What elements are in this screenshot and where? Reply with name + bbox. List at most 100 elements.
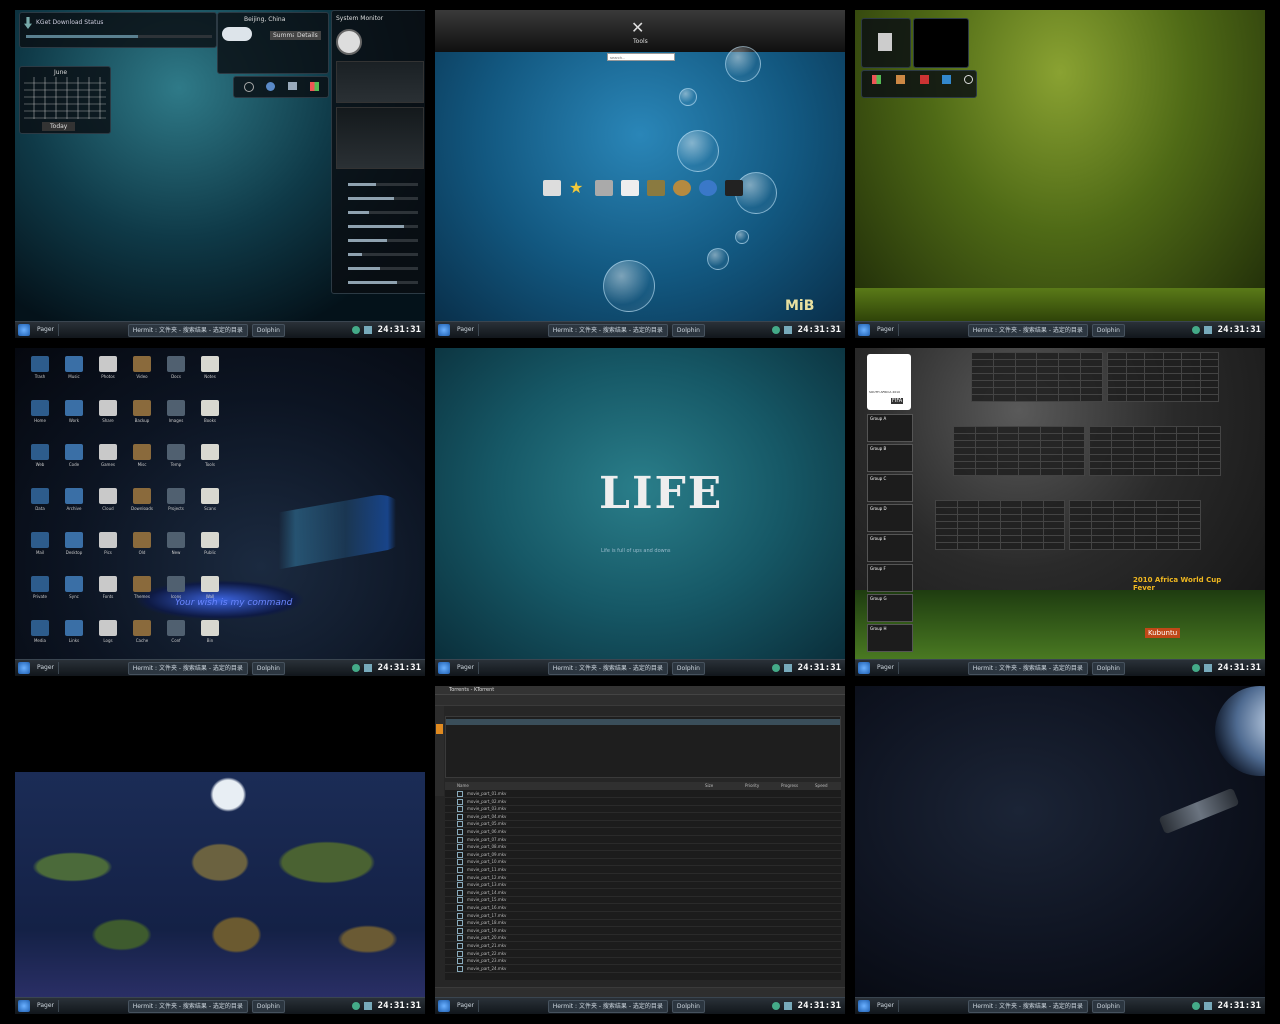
taskbar-task-2[interactable]: Dolphin [251,323,285,337]
kmenu-icon[interactable] [438,1000,450,1012]
star-icon[interactable]: ★ [569,180,587,196]
desktop-file-icon[interactable] [167,576,185,592]
desktop-file-icon[interactable] [167,620,185,636]
torrent-row-selected[interactable] [446,719,840,725]
file-checkbox[interactable] [457,897,463,904]
desktop-file-icon[interactable] [133,400,151,416]
tray-network-icon[interactable] [1191,1002,1200,1010]
col-name[interactable]: Name [457,783,469,788]
kmenu-icon[interactable] [438,324,450,336]
taskbar-task-1[interactable]: Hermit : 文件夹 - 搜索结果 - 选定的目录 [547,999,668,1013]
tray-network-icon[interactable] [351,664,360,672]
calendar-today-button[interactable]: Today [42,122,76,131]
desktop-file-icon[interactable] [65,444,83,460]
clock[interactable]: 24:31:31 [794,325,845,335]
desktop-file-icon[interactable] [167,400,185,416]
desktop-file-icon[interactable] [99,444,117,460]
pager-label[interactable]: Pager [873,1000,899,1012]
globe-icon[interactable] [266,82,275,91]
tray-network-icon[interactable] [351,326,360,334]
tray-volume-icon[interactable] [1203,1002,1212,1010]
tray-volume-icon[interactable] [363,326,372,334]
desktop-file-icon[interactable] [65,488,83,504]
dev-icon[interactable] [725,180,743,196]
taskbar-task-2[interactable]: Dolphin [1091,999,1125,1013]
pager-label[interactable]: Pager [873,324,899,336]
pager-label[interactable]: Pager [453,324,479,336]
tray-volume-icon[interactable] [363,1002,372,1010]
file-checkbox[interactable] [457,821,463,828]
file-checkbox[interactable] [457,851,463,858]
desktop-file-icon[interactable] [99,532,117,548]
desktop-file-icon[interactable] [65,576,83,592]
tray-volume-icon[interactable] [1203,326,1212,334]
tray-volume-icon[interactable] [1203,664,1212,672]
desktop-file-icon[interactable] [31,400,49,416]
file-checkbox[interactable] [457,920,463,927]
weather-details-button[interactable]: Details [294,31,321,40]
desktop-file-icon[interactable] [133,576,151,592]
file-checkbox[interactable] [457,836,463,843]
file-checkbox[interactable] [457,958,463,965]
desktop-file-icon[interactable] [65,532,83,548]
col-speed[interactable]: Speed [815,783,828,788]
clock[interactable]: 24:31:31 [1214,1001,1265,1011]
pager-label[interactable]: Pager [453,1000,479,1012]
taskbar-task-2[interactable]: Dolphin [671,661,705,675]
desktop-file-icon[interactable] [133,444,151,460]
file-row[interactable]: movie_part_24.mkv [445,965,841,973]
find-icon[interactable] [964,75,973,84]
desktop-file-icon[interactable] [201,356,219,372]
col-priority[interactable]: Priority [745,783,759,788]
tray-network-icon[interactable] [1191,664,1200,672]
tray-volume-icon[interactable] [783,326,792,334]
taskbar-task-1[interactable]: Hermit : 文件夹 - 搜索结果 - 选定的目录 [127,323,248,337]
tray-volume-icon[interactable] [363,664,372,672]
kmenu-icon[interactable] [858,1000,870,1012]
taskbar-task-2[interactable]: Dolphin [1091,323,1125,337]
docs-icon[interactable] [621,180,639,196]
desktop-file-icon[interactable] [201,444,219,460]
clock[interactable]: 24:31:31 [374,1001,425,1011]
tray-network-icon[interactable] [1191,326,1200,334]
apps-icon[interactable] [595,180,613,196]
window-titlebar[interactable]: Torrents - KTorrent [435,686,845,695]
pager-label[interactable]: Pager [33,324,59,336]
kmenu-icon[interactable] [18,1000,30,1012]
pager-label[interactable]: Pager [33,662,59,674]
files-icon[interactable] [896,75,905,84]
clock[interactable]: 24:31:31 [374,325,425,335]
file-checkbox[interactable] [457,791,463,797]
tray-volume-icon[interactable] [783,1002,792,1010]
desktop-file-icon[interactable] [31,620,49,636]
taskbar-task-1[interactable]: Hermit : 文件夹 - 搜索结果 - 选定的目录 [967,999,1088,1013]
desktop-file-icon[interactable] [99,356,117,372]
file-checkbox[interactable] [457,943,463,949]
desktop-file-icon[interactable] [133,620,151,636]
media-icon[interactable] [673,180,691,196]
desktop-file-icon[interactable] [201,532,219,548]
desktop-file-icon[interactable] [99,576,117,592]
file-checkbox[interactable] [457,889,463,896]
folder-icon[interactable] [288,82,297,90]
desktop-file-icon[interactable] [133,488,151,504]
desktop-file-icon[interactable] [65,400,83,416]
file-checkbox[interactable] [457,813,463,820]
file-checkbox[interactable] [457,965,463,972]
start-icon[interactable] [872,75,881,84]
desktop-file-icon[interactable] [201,576,219,592]
mail-icon[interactable] [942,75,951,84]
desktop-file-icon[interactable] [31,444,49,460]
terminal-icon[interactable] [647,180,665,196]
desktop-file-icon[interactable] [201,620,219,636]
desktop-file-icon[interactable] [31,488,49,504]
taskbar-task-2[interactable]: Dolphin [251,661,285,675]
desktop-file-icon[interactable] [167,356,185,372]
file-checkbox[interactable] [457,867,463,873]
file-checkbox[interactable] [457,859,463,866]
file-checkbox[interactable] [457,927,463,934]
desktop-file-icon[interactable] [31,532,49,548]
clock[interactable]: 24:31:31 [374,663,425,673]
taskbar-task-1[interactable]: Hermit : 文件夹 - 搜索结果 - 选定的目录 [967,661,1088,675]
web-icon[interactable] [699,180,717,196]
